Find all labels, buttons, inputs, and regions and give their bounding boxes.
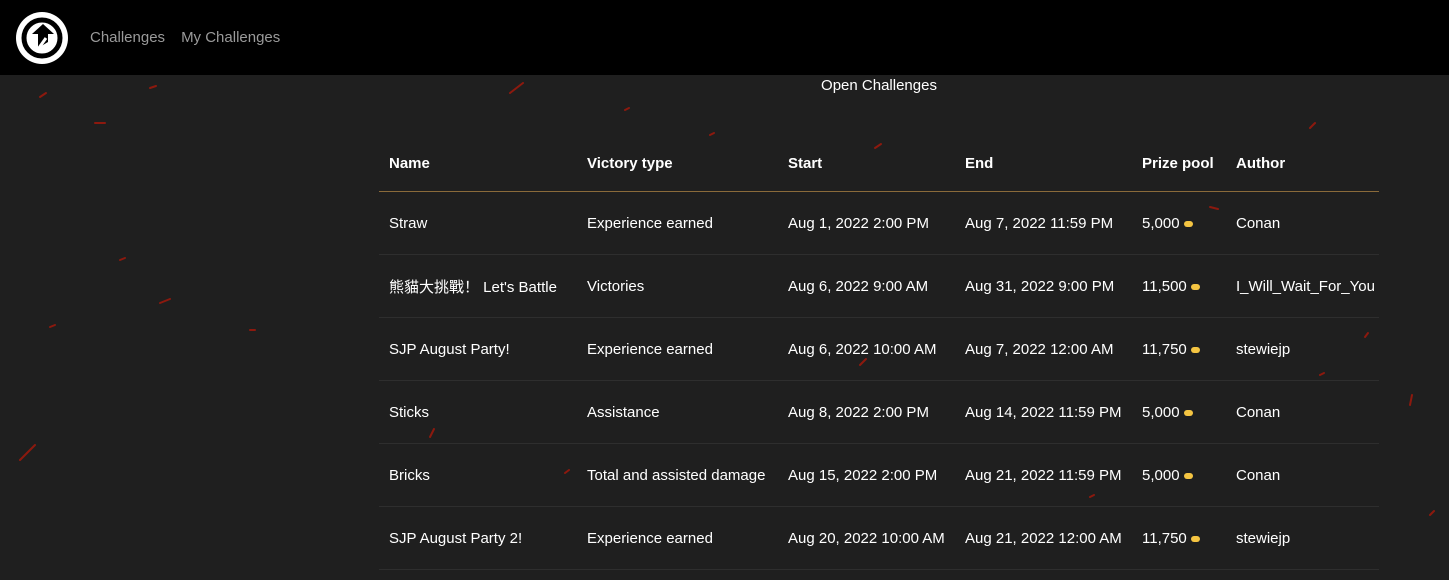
table-row[interactable]: 熊貓大挑戰！ Let's Battle Victories Aug 6, 202… xyxy=(379,254,1379,318)
end-date: Aug 21, 2022 11:59 PM xyxy=(955,443,1132,507)
challenges-table: Name Victory type Start End Prize pool A… xyxy=(379,135,1379,570)
prize-pool: 11,500 xyxy=(1132,254,1226,318)
column-header-end[interactable]: End xyxy=(955,135,1132,192)
nav-link-challenges[interactable]: Challenges xyxy=(90,29,165,46)
prize-amount: 5,000 xyxy=(1142,403,1180,421)
victory-type: Experience earned xyxy=(577,191,778,255)
logo-glyph xyxy=(21,17,63,58)
gold-coin-icon xyxy=(1183,220,1193,227)
nav-link-my-challenges[interactable]: My Challenges xyxy=(181,29,280,46)
start-date: Aug 15, 2022 2:00 PM xyxy=(778,443,955,507)
victory-type: Experience earned xyxy=(577,506,778,570)
prize-amount: 11,750 xyxy=(1142,340,1187,358)
gold-coin-icon xyxy=(1190,283,1200,290)
victory-type: Assistance xyxy=(577,380,778,444)
prize-pool: 5,000 xyxy=(1132,191,1226,255)
author[interactable]: stewiejp xyxy=(1226,506,1379,570)
end-date: Aug 21, 2022 12:00 AM xyxy=(955,506,1132,570)
prize-pool: 5,000 xyxy=(1132,443,1226,507)
top-navbar: Challenges My Challenges xyxy=(0,0,1449,75)
challenge-name[interactable]: Sticks xyxy=(379,380,577,444)
table-row[interactable]: Sticks Assistance Aug 8, 2022 2:00 PM Au… xyxy=(379,380,1379,444)
author[interactable]: I_Will_Wait_For_You xyxy=(1226,254,1379,318)
start-date: Aug 1, 2022 2:00 PM xyxy=(778,191,955,255)
table-header-row: Name Victory type Start End Prize pool A… xyxy=(379,135,1379,192)
column-header-name[interactable]: Name xyxy=(379,135,577,192)
logo-icon[interactable] xyxy=(16,11,68,64)
table-row[interactable]: Straw Experience earned Aug 1, 2022 2:00… xyxy=(379,191,1379,255)
victory-type: Victories xyxy=(577,254,778,318)
gold-coin-icon xyxy=(1190,346,1200,353)
prize-pool: 5,000 xyxy=(1132,380,1226,444)
challenge-name[interactable]: Bricks xyxy=(379,443,577,507)
end-date: Aug 31, 2022 9:00 PM xyxy=(955,254,1132,318)
victory-type: Total and assisted damage xyxy=(577,443,778,507)
start-date: Aug 20, 2022 10:00 AM xyxy=(778,506,955,570)
gold-coin-icon xyxy=(1183,409,1193,416)
prize-amount: 11,750 xyxy=(1142,529,1187,547)
author[interactable]: Conan xyxy=(1226,191,1379,255)
start-date: Aug 8, 2022 2:00 PM xyxy=(778,380,955,444)
prize-amount: 11,500 xyxy=(1142,277,1187,295)
prize-pool: 11,750 xyxy=(1132,506,1226,570)
start-date: Aug 6, 2022 10:00 AM xyxy=(778,317,955,381)
end-date: Aug 7, 2022 11:59 PM xyxy=(955,191,1132,255)
start-date: Aug 6, 2022 9:00 AM xyxy=(778,254,955,318)
gold-coin-icon xyxy=(1190,535,1200,542)
author[interactable]: stewiejp xyxy=(1226,317,1379,381)
end-date: Aug 7, 2022 12:00 AM xyxy=(955,317,1132,381)
prize-pool: 11,750 xyxy=(1132,317,1226,381)
challenge-name[interactable]: SJP August Party! xyxy=(379,317,577,381)
gold-coin-icon xyxy=(1183,472,1193,479)
table-row[interactable]: SJP August Party! Experience earned Aug … xyxy=(379,317,1379,381)
table-row[interactable]: Bricks Total and assisted damage Aug 15,… xyxy=(379,443,1379,507)
author[interactable]: Conan xyxy=(1226,380,1379,444)
page-title: Open Challenges xyxy=(821,77,937,94)
challenge-name[interactable]: SJP August Party 2! xyxy=(379,506,577,570)
victory-type: Experience earned xyxy=(577,317,778,381)
column-header-victory-type[interactable]: Victory type xyxy=(577,135,778,192)
prize-amount: 5,000 xyxy=(1142,214,1180,232)
end-date: Aug 14, 2022 11:59 PM xyxy=(955,380,1132,444)
prize-amount: 5,000 xyxy=(1142,466,1180,484)
column-header-author[interactable]: Author xyxy=(1226,135,1379,192)
column-header-prize-pool[interactable]: Prize pool xyxy=(1132,135,1226,192)
main-content: Open Challenges Name Victory type Start … xyxy=(0,75,1449,580)
challenge-name[interactable]: Straw xyxy=(379,191,577,255)
column-header-start[interactable]: Start xyxy=(778,135,955,192)
table-row[interactable]: SJP August Party 2! Experience earned Au… xyxy=(379,506,1379,570)
challenge-name[interactable]: 熊貓大挑戰！ Let's Battle xyxy=(379,254,577,318)
author[interactable]: Conan xyxy=(1226,443,1379,507)
